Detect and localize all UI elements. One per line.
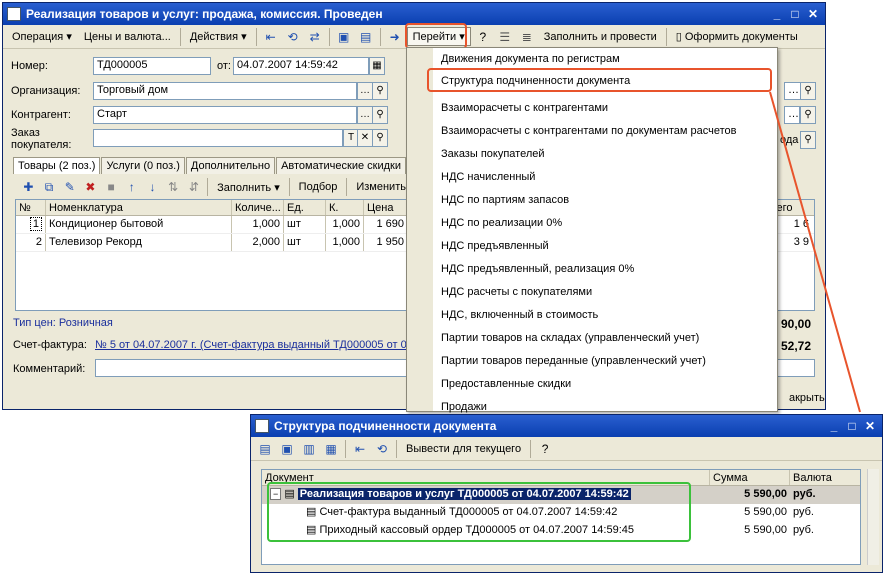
document-icon <box>255 419 269 433</box>
structure-title-bar: Структура подчиненности документа _ □ ✕ <box>251 415 882 437</box>
tree-cell: 5 590,00 <box>744 506 787 518</box>
refresh-icon[interactable]: ⟲ <box>372 440 392 458</box>
tree-cell: 5 590,00 <box>744 524 787 536</box>
delete-icon[interactable]: ▦ <box>321 440 341 458</box>
separator <box>396 439 397 458</box>
close-icon[interactable]: ✕ <box>863 419 877 433</box>
post-icon[interactable]: ▣ <box>277 440 297 458</box>
tree-cell: руб. <box>793 488 816 500</box>
minimize-icon[interactable]: _ <box>827 419 841 433</box>
scrollbar[interactable] <box>867 469 879 565</box>
tree-cell: руб. <box>793 506 814 518</box>
move-up-icon[interactable]: ▤ <box>255 440 275 458</box>
structure-window-title: Структура подчиненности документа <box>274 419 497 433</box>
tree-highlight <box>267 482 691 542</box>
column-header[interactable]: Валюта <box>790 470 860 485</box>
structure-toolbar: ▤ ▣ ▥ ▦ ⇤ ⟲ Вывести для текущего ? <box>251 437 882 461</box>
maximize-icon[interactable]: □ <box>845 419 859 433</box>
unpost-icon[interactable]: ▥ <box>299 440 319 458</box>
output-current-button[interactable]: Вывести для текущего <box>401 441 526 457</box>
separator <box>345 439 346 458</box>
back-icon[interactable]: ⇤ <box>350 440 370 458</box>
separator <box>530 439 532 458</box>
column-header[interactable]: Сумма <box>710 470 790 485</box>
tree-cell: 5 590,00 <box>744 488 787 500</box>
help-icon[interactable]: ? <box>535 440 555 458</box>
callout-line <box>769 91 861 413</box>
tree-cell: руб. <box>793 524 814 536</box>
